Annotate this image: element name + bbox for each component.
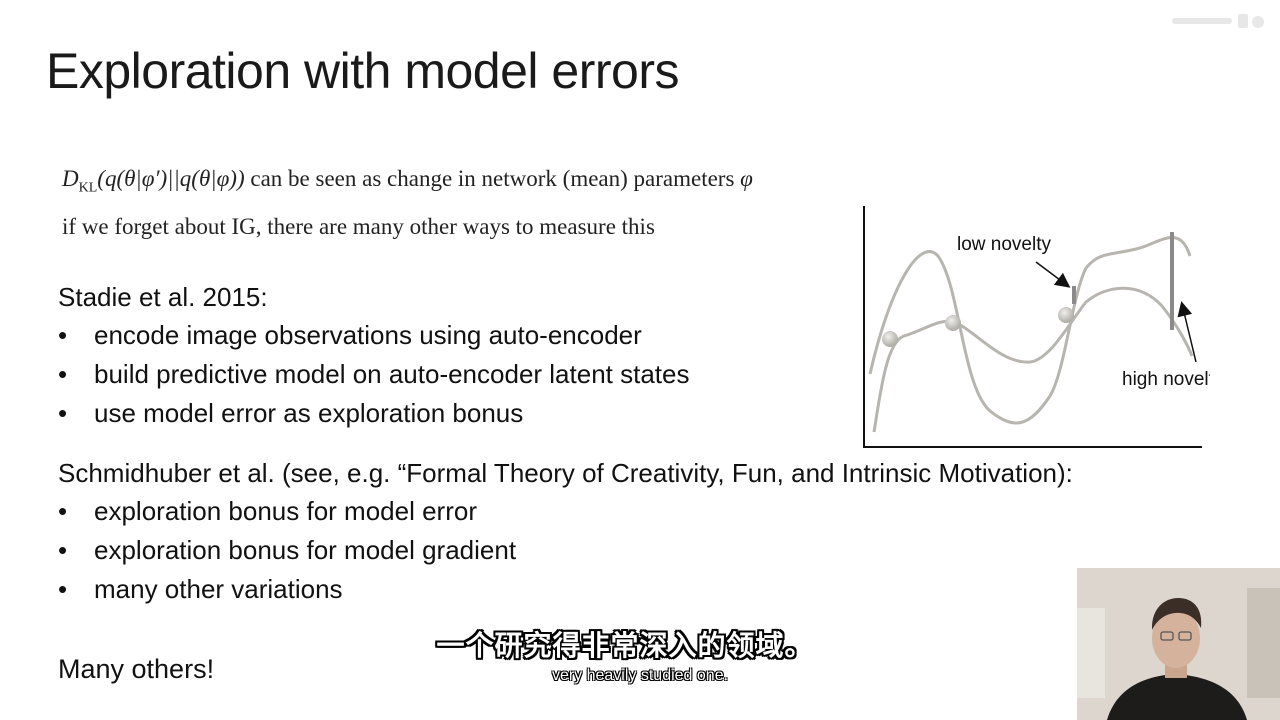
novelty-figure: low novelty high novelty bbox=[863, 206, 1210, 448]
schmidhuber-bullet-list: exploration bonus for model error explor… bbox=[58, 492, 1073, 609]
data-point bbox=[882, 331, 898, 347]
stadie-bullet-list: encode image observations using auto-enc… bbox=[58, 316, 689, 433]
data-point bbox=[1058, 307, 1074, 323]
list-item: use model error as exploration bonus bbox=[58, 394, 689, 433]
dkl-description: can be seen as change in network (mean) … bbox=[244, 166, 741, 191]
watermark-logo bbox=[1172, 14, 1264, 28]
model-curve-b bbox=[872, 286, 1194, 433]
list-item: build predictive model on auto-encoder l… bbox=[58, 355, 689, 394]
low-novelty-arrow bbox=[1035, 261, 1071, 288]
ig-statement: if we forget about IG, there are many ot… bbox=[62, 214, 655, 239]
dkl-arguments: (q(θ|φ′)||q(θ|φ)) bbox=[97, 166, 245, 191]
list-item: many other variations bbox=[58, 570, 1073, 609]
stadie-section: Stadie et al. 2015: encode image observa… bbox=[58, 278, 689, 433]
dkl-subscript: KL bbox=[78, 180, 98, 196]
high-novelty-label: high novelty bbox=[1122, 369, 1210, 390]
schmidhuber-section: Schmidhuber et al. (see, e.g. “Formal Th… bbox=[58, 454, 1073, 609]
slide-title: Exploration with model errors bbox=[46, 43, 680, 99]
list-item: encode image observations using auto-enc… bbox=[58, 316, 689, 355]
list-item: exploration bonus for model error bbox=[58, 492, 1073, 531]
low-novelty-label: low novelty bbox=[957, 234, 1051, 255]
list-item: exploration bonus for model gradient bbox=[58, 531, 1073, 570]
schmidhuber-heading: Schmidhuber et al. (see, e.g. “Formal Th… bbox=[58, 458, 1073, 488]
kl-divergence-statement: DKL(q(θ|φ′)||q(θ|φ)) can be seen as chan… bbox=[62, 166, 753, 197]
data-point bbox=[945, 315, 961, 331]
phi-symbol: φ bbox=[740, 166, 753, 191]
stadie-heading: Stadie et al. 2015: bbox=[58, 282, 268, 312]
subtitle-chinese: 一个研究得非常深入的领域。 bbox=[436, 629, 814, 662]
high-novelty-arrow bbox=[1177, 301, 1197, 363]
subtitle-english: very heavily studied one. bbox=[551, 667, 729, 684]
dkl-symbol: D bbox=[62, 166, 79, 191]
